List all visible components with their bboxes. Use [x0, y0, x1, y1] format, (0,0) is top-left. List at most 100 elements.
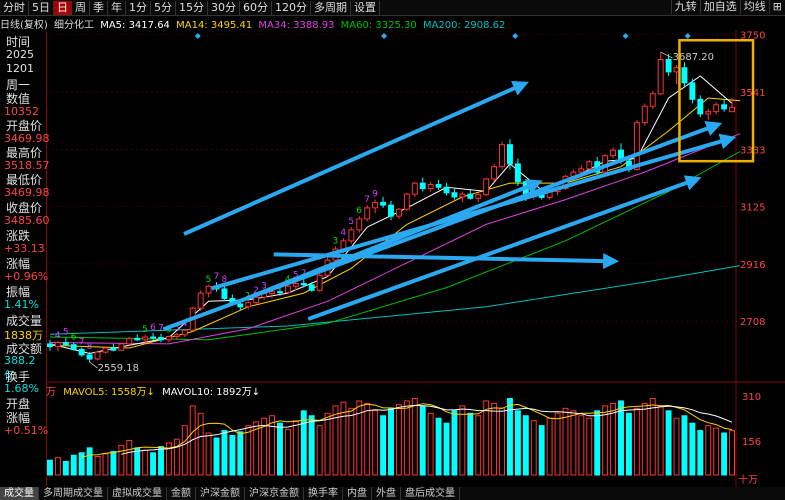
- period-tab-5[interactable]: 年: [108, 0, 126, 15]
- toolbar-right-button-1[interactable]: 加自选: [699, 0, 740, 14]
- td-count-label: 8: [87, 342, 93, 352]
- kline-chart[interactable]: 3750354133333125291627084567856793457812…: [46, 30, 785, 487]
- volume-bar: [641, 402, 648, 476]
- candle-body: [491, 166, 498, 180]
- volume-bar: [110, 451, 117, 476]
- toolbar-right-button-2[interactable]: 均线: [739, 0, 769, 14]
- period-tab-11[interactable]: 120分: [272, 0, 311, 15]
- candle-body: [205, 285, 212, 294]
- trend-arrow: [162, 121, 723, 332]
- indicator-tab-4[interactable]: 沪深金额: [196, 487, 245, 500]
- candle-body: [308, 284, 315, 291]
- mavol10-label: MAVOL10: 1892万↓: [162, 387, 261, 398]
- volume-bar: [657, 405, 664, 476]
- candle-body: [451, 192, 458, 198]
- volume-unit-label: 十万: [738, 473, 758, 486]
- candle-body: [118, 343, 125, 351]
- volume-bar: [419, 405, 426, 476]
- volume-bar: [578, 415, 585, 476]
- candle-body: [277, 291, 283, 294]
- candle-body: [649, 93, 656, 107]
- volume-bar: [689, 422, 696, 476]
- candle-body: [419, 182, 426, 190]
- volume-bar: [665, 410, 672, 476]
- period-tab-6[interactable]: 1分: [126, 0, 151, 15]
- period-tab-12[interactable]: 多周期: [311, 0, 351, 15]
- candle-body: [356, 218, 363, 231]
- volume-bar: [673, 417, 680, 476]
- td-count-label: 7: [364, 195, 370, 205]
- volume-bar: [348, 407, 355, 476]
- period-toolbar: 分时 5日日周季年 1分 5分 15分 30分 60分 120分 多周期 设置 九转 加自选 均线 ⊞: [0, 0, 785, 16]
- low-pointer: [89, 361, 98, 369]
- volume-bar: [229, 435, 236, 476]
- indicator-tab-5[interactable]: 沪深京金额: [245, 487, 304, 500]
- price-tick-label: 2916: [740, 260, 765, 271]
- volume-bar: [649, 397, 656, 476]
- indicator-tab-9[interactable]: 盘后成交量: [401, 487, 460, 500]
- volume-bar: [483, 400, 490, 476]
- indicator-tab-7[interactable]: 内盘: [343, 487, 372, 500]
- volume-bar: [284, 428, 291, 476]
- td-count-label: 5: [206, 275, 212, 285]
- volume-bar: [277, 422, 283, 476]
- period-tab-0[interactable]: 分时: [0, 0, 29, 15]
- period-tab-3[interactable]: 周: [72, 0, 90, 15]
- volume-bar: [94, 455, 101, 476]
- candle-body: [94, 351, 101, 360]
- event-marker-icon: [194, 33, 201, 39]
- indicator-tab-2[interactable]: 虚拟成交量: [108, 487, 167, 500]
- change-value: +33.13: [4, 242, 45, 255]
- candle-body: [721, 104, 728, 110]
- volume-bar: [491, 402, 498, 476]
- mavol10-line: [121, 404, 733, 455]
- candle-body: [514, 163, 521, 183]
- volume-bar: [316, 425, 323, 476]
- candle-body: [475, 194, 482, 199]
- period-tab-2[interactable]: 日: [54, 0, 72, 15]
- candle-body: [729, 106, 735, 113]
- indicator-tab-1[interactable]: 多周期成交量: [39, 487, 108, 500]
- toolbar-right-button-0[interactable]: 九转: [670, 0, 700, 14]
- openpct-value: +0.51%: [4, 424, 49, 437]
- period-tab-7[interactable]: 5分: [151, 0, 176, 15]
- candle-body: [181, 329, 188, 336]
- toolbar-right-button-3[interactable]: ⊞: [768, 0, 785, 14]
- period-tab-4[interactable]: 季: [90, 0, 108, 15]
- volume-bar: [213, 437, 220, 476]
- td-count-label: 6: [150, 323, 156, 333]
- td-count-label: 4: [340, 228, 346, 238]
- candle-body: [689, 82, 696, 100]
- candle-body: [70, 344, 77, 350]
- candle-body: [633, 122, 640, 170]
- candle-body: [380, 201, 387, 206]
- volume-bar: [530, 420, 537, 476]
- volume-bar: [427, 412, 434, 476]
- period-tab-9[interactable]: 30分: [208, 0, 240, 15]
- candle-body: [443, 186, 450, 194]
- candle-body: [657, 58, 664, 95]
- indicator-tab-8[interactable]: 外盘: [372, 487, 401, 500]
- volume-bar: [158, 446, 164, 476]
- period-tab-13[interactable]: 设置: [351, 0, 380, 15]
- event-marker-icon: [381, 33, 388, 39]
- td-count-label: 7: [79, 337, 85, 347]
- candle-body: [300, 282, 307, 286]
- period-tab-1[interactable]: 5日: [29, 0, 54, 15]
- vol-unit: 万: [46, 387, 56, 398]
- td-count-label: 5: [63, 328, 69, 338]
- volume-bar: [181, 425, 188, 476]
- indicator-tab-0[interactable]: 成交量: [0, 487, 39, 500]
- indicator-tab-3[interactable]: 金额: [167, 487, 196, 500]
- volume-bar: [332, 405, 339, 476]
- volume-bar: [475, 415, 482, 476]
- volume-bar: [364, 402, 371, 476]
- volume-bar: [372, 410, 379, 476]
- period-tab-10[interactable]: 60分: [240, 0, 272, 15]
- period-tab-8[interactable]: 15分: [176, 0, 208, 15]
- candle-body: [165, 335, 172, 341]
- candle-body: [507, 144, 513, 165]
- toolbar-right: 九转 加自选 均线 ⊞: [670, 0, 785, 15]
- candle-body: [245, 302, 252, 308]
- indicator-tab-6[interactable]: 换手率: [304, 487, 343, 500]
